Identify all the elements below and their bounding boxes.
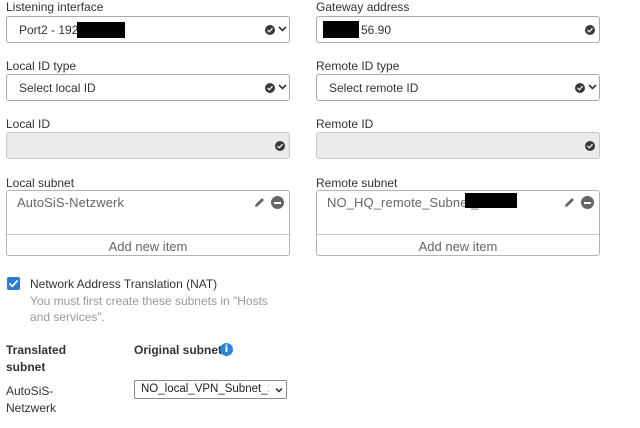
info-icon[interactable]: i — [220, 343, 233, 356]
listening-interface-label: Listening interface — [6, 0, 104, 14]
column-header-translated: Translated — [6, 343, 67, 357]
local-id-type-value: Select local ID — [19, 81, 96, 95]
pencil-icon[interactable] — [253, 196, 266, 209]
redaction-mark — [465, 193, 517, 208]
remote-subnet-label: Remote subnet — [316, 176, 398, 190]
nat-help-line2: and services". — [30, 310, 105, 324]
column-header-translated-line2: subnet — [6, 360, 46, 374]
local-subnet-item: AutoSiS-Netzwerk — [17, 195, 125, 210]
nat-label[interactable]: Network Address Translation (NAT) — [30, 277, 217, 291]
redaction-mark — [323, 21, 359, 38]
redaction-mark — [77, 22, 125, 38]
chevron-down-icon — [275, 388, 283, 393]
listening-interface-select[interactable]: Port2 - 192.1 — [6, 16, 290, 43]
check-circle-icon — [275, 141, 285, 151]
remote-id-type-select[interactable]: Select remote ID — [316, 74, 600, 101]
local-subnet-label: Local subnet — [6, 176, 75, 190]
gateway-address-value: 56.90 — [361, 23, 392, 37]
divider — [7, 234, 289, 235]
nat-checkbox[interactable] — [7, 277, 20, 290]
gateway-address-label: Gateway address — [316, 0, 410, 14]
chevron-down-icon — [278, 26, 287, 32]
original-subnet-select[interactable]: NO_local_VPN_Subnet_17 — [134, 380, 287, 399]
remote-id-input[interactable] — [316, 132, 600, 159]
checkmark-icon — [8, 279, 19, 288]
nat-help-line1: You must first create these subnets in "… — [30, 294, 268, 308]
remove-circle-icon[interactable] — [271, 196, 284, 209]
local-id-label: Local ID — [6, 117, 51, 131]
check-circle-icon — [585, 141, 595, 151]
local-id-type-label: Local ID type — [6, 59, 77, 73]
local-subnet-list: AutoSiS-Netzwerk Add new item — [6, 190, 290, 256]
local-subnet-add-item[interactable]: Add new item — [7, 239, 289, 254]
original-subnet-value: NO_local_VPN_Subnet_17 — [141, 383, 269, 395]
check-circle-icon — [575, 83, 585, 93]
remote-subnet-item: NO_HQ_remote_Subnet_ — [327, 195, 479, 210]
local-id-input[interactable] — [6, 132, 290, 159]
translated-subnet-cell: AutoSiS- — [6, 384, 54, 398]
remote-id-type-value: Select remote ID — [329, 81, 419, 95]
remote-id-label: Remote ID — [316, 117, 374, 131]
remote-subnet-list: NO_HQ_remote_Subnet_ Add new item — [316, 190, 600, 256]
remove-circle-icon[interactable] — [581, 196, 594, 209]
check-circle-icon — [585, 25, 595, 35]
remote-subnet-add-item[interactable]: Add new item — [317, 239, 599, 254]
divider — [317, 234, 599, 235]
remote-id-type-label: Remote ID type — [316, 59, 400, 73]
check-circle-icon — [265, 83, 275, 93]
chevron-down-icon — [588, 84, 597, 90]
column-header-original: Original subnet — [134, 343, 223, 357]
gateway-address-input[interactable]: 56.90 — [316, 16, 600, 43]
pencil-icon[interactable] — [563, 196, 576, 209]
translated-subnet-cell-line2: Netzwerk — [6, 401, 57, 415]
local-id-type-select[interactable]: Select local ID — [6, 74, 290, 101]
chevron-down-icon — [278, 84, 287, 90]
check-circle-icon — [265, 25, 275, 35]
